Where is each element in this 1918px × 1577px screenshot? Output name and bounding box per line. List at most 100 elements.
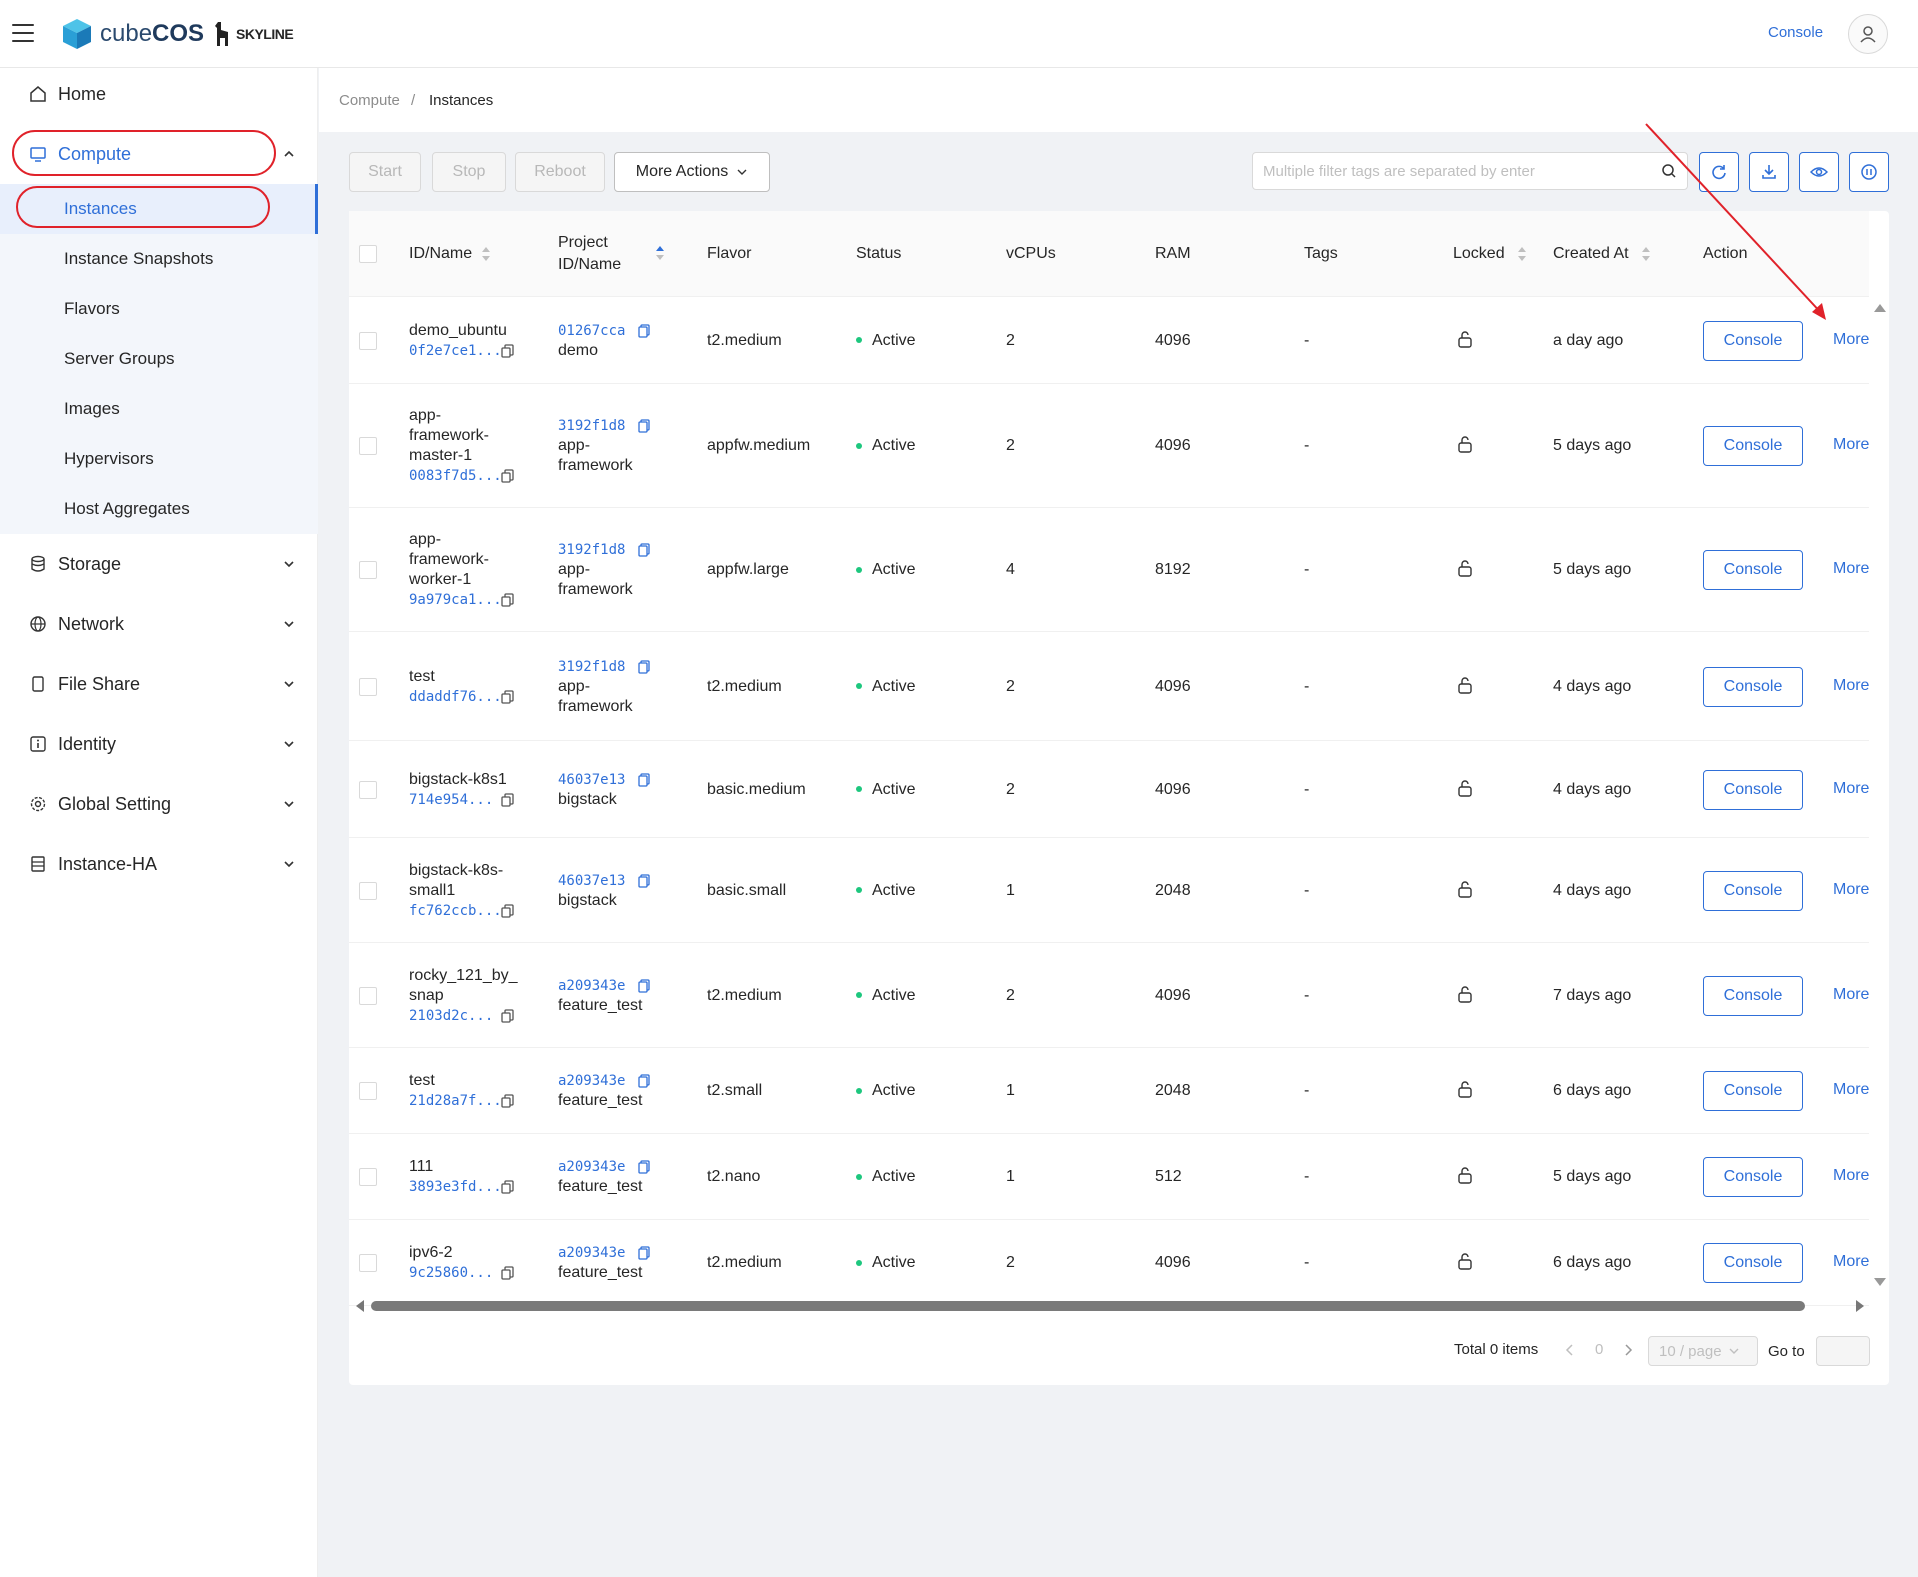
col-id-name[interactable]: ID/Name — [409, 243, 472, 265]
more-actions-link[interactable]: More — [1833, 881, 1869, 899]
more-actions-link[interactable]: More — [1833, 331, 1869, 349]
more-actions-link[interactable]: More — [1833, 436, 1869, 454]
scroll-down-arrow-icon[interactable] — [1873, 1277, 1887, 1287]
col-created-at[interactable]: Created At — [1553, 243, 1629, 265]
horizontal-scrollbar[interactable] — [349, 1294, 1889, 1316]
row-checkbox[interactable] — [359, 561, 377, 579]
horizontal-scroll-thumb[interactable] — [371, 1301, 1805, 1311]
console-button[interactable]: Console — [1703, 1071, 1803, 1111]
sidebar-item-flavors[interactable]: Flavors — [0, 284, 318, 334]
prev-page-icon[interactable] — [1564, 1343, 1574, 1357]
project-id-link[interactable]: 01267cca — [558, 321, 625, 341]
instance-id-link[interactable]: 714e954... — [409, 790, 507, 810]
user-avatar[interactable] — [1848, 14, 1888, 54]
scroll-right-arrow-icon[interactable] — [1855, 1299, 1865, 1313]
goto-page-input[interactable] — [1816, 1336, 1870, 1366]
project-id-link[interactable]: 3192f1d8 — [558, 540, 633, 560]
more-actions-link[interactable]: More — [1833, 780, 1869, 798]
search-input[interactable]: Multiple filter tags are separated by en… — [1252, 152, 1688, 190]
sidebar-item-global-setting[interactable]: Global Setting — [0, 780, 318, 828]
console-button[interactable]: Console — [1703, 870, 1803, 911]
more-actions-link[interactable]: More — [1833, 677, 1869, 695]
console-button[interactable]: Console — [1703, 426, 1803, 466]
console-button[interactable]: Console — [1703, 1243, 1803, 1283]
stop-button[interactable]: Stop — [432, 152, 506, 192]
console-button[interactable]: Console — [1703, 1157, 1803, 1197]
copy-icon[interactable] — [637, 1246, 651, 1260]
copy-icon[interactable] — [637, 543, 651, 557]
copy-icon[interactable] — [501, 1180, 515, 1194]
menu-toggle-icon[interactable] — [12, 24, 34, 42]
sidebar-item-storage[interactable]: Storage — [0, 540, 318, 588]
copy-icon[interactable] — [637, 1074, 651, 1088]
console-button[interactable]: Console — [1703, 550, 1803, 590]
row-checkbox[interactable] — [359, 437, 377, 455]
copy-icon[interactable] — [637, 1160, 651, 1174]
start-button[interactable]: Start — [349, 152, 421, 192]
row-checkbox[interactable] — [359, 986, 377, 1005]
project-id-link[interactable]: 3192f1d8 — [558, 657, 633, 677]
more-actions-button[interactable]: More Actions — [614, 152, 770, 192]
sidebar-item-host-aggregates[interactable]: Host Aggregates — [0, 484, 318, 534]
project-id-link[interactable]: a209343e — [558, 1243, 643, 1263]
copy-icon[interactable] — [637, 659, 651, 674]
sidebar-item-instance-snapshots[interactable]: Instance Snapshots — [0, 234, 318, 284]
row-checkbox[interactable] — [359, 1168, 377, 1186]
instance-id-link[interactable]: ddaddf76... — [409, 687, 502, 707]
project-id-link[interactable]: a209343e — [558, 976, 643, 996]
console-button[interactable]: Console — [1703, 975, 1803, 1016]
copy-icon[interactable] — [501, 1008, 515, 1023]
reboot-button[interactable]: Reboot — [515, 152, 605, 192]
instance-id-link[interactable]: 0f2e7ce1... — [409, 341, 507, 361]
copy-icon[interactable] — [501, 343, 515, 358]
instance-id-link[interactable]: 3893e3fd... — [409, 1177, 502, 1197]
instance-id-link[interactable]: 21d28a7f... — [409, 1091, 502, 1111]
page-size-select[interactable]: 10 / page — [1648, 1336, 1758, 1366]
instance-id-link[interactable]: 0083f7d5... — [409, 466, 502, 486]
copy-icon[interactable] — [637, 419, 651, 433]
sidebar-item-network[interactable]: Network — [0, 600, 318, 648]
sort-icon[interactable] — [655, 245, 665, 261]
sidebar-item-hypervisors[interactable]: Hypervisors — [0, 434, 318, 484]
sidebar-item-compute[interactable]: Compute — [0, 130, 318, 178]
sidebar-item-server-groups[interactable]: Server Groups — [0, 334, 318, 384]
sidebar-item-home[interactable]: Home — [0, 70, 318, 118]
project-id-link[interactable]: 46037e13 — [558, 871, 625, 891]
pause-button[interactable] — [1849, 152, 1889, 192]
instance-id-link[interactable]: fc762ccb... — [409, 901, 503, 921]
row-checkbox[interactable] — [359, 780, 377, 799]
copy-icon[interactable] — [637, 772, 651, 787]
project-id-link[interactable]: 3192f1d8 — [558, 416, 633, 436]
project-id-link[interactable]: a209343e — [558, 1157, 643, 1177]
instance-id-link[interactable]: 9c25860... — [409, 1263, 493, 1283]
col-locked[interactable]: Locked — [1453, 243, 1505, 265]
project-id-link[interactable]: 46037e13 — [558, 770, 625, 790]
more-actions-link[interactable]: More — [1833, 1253, 1869, 1271]
instance-id-link[interactable]: 9a979ca1... — [409, 590, 502, 610]
copy-icon[interactable] — [501, 792, 515, 807]
col-project[interactable]: Project ID/Name — [558, 232, 621, 276]
more-actions-link[interactable]: More — [1833, 1167, 1869, 1185]
copy-icon[interactable] — [501, 469, 515, 483]
sidebar-item-instance-ha[interactable]: Instance-HA — [0, 840, 318, 888]
copy-icon[interactable] — [637, 873, 651, 888]
row-checkbox[interactable] — [359, 677, 377, 696]
copy-icon[interactable] — [637, 978, 651, 993]
select-all-checkbox[interactable] — [359, 245, 377, 263]
sort-icon[interactable] — [481, 246, 491, 262]
copy-icon[interactable] — [501, 1094, 515, 1108]
row-checkbox[interactable] — [359, 331, 377, 350]
row-checkbox[interactable] — [359, 1254, 377, 1272]
copy-icon[interactable] — [501, 689, 515, 704]
sidebar-item-images[interactable]: Images — [0, 384, 318, 434]
console-button[interactable]: Console — [1703, 769, 1803, 810]
copy-icon[interactable] — [501, 903, 515, 918]
sidebar-item-identity[interactable]: Identity — [0, 720, 318, 768]
header-console-link[interactable]: Console — [1768, 24, 1823, 41]
sidebar-item-file-share[interactable]: File Share — [0, 660, 318, 708]
copy-icon[interactable] — [637, 323, 651, 338]
brand-logo[interactable]: cubeCOS — [62, 18, 204, 50]
row-checkbox[interactable] — [359, 1082, 377, 1100]
sidebar-item-instances[interactable]: Instances — [0, 184, 318, 234]
scroll-up-arrow-icon[interactable] — [1873, 303, 1887, 313]
